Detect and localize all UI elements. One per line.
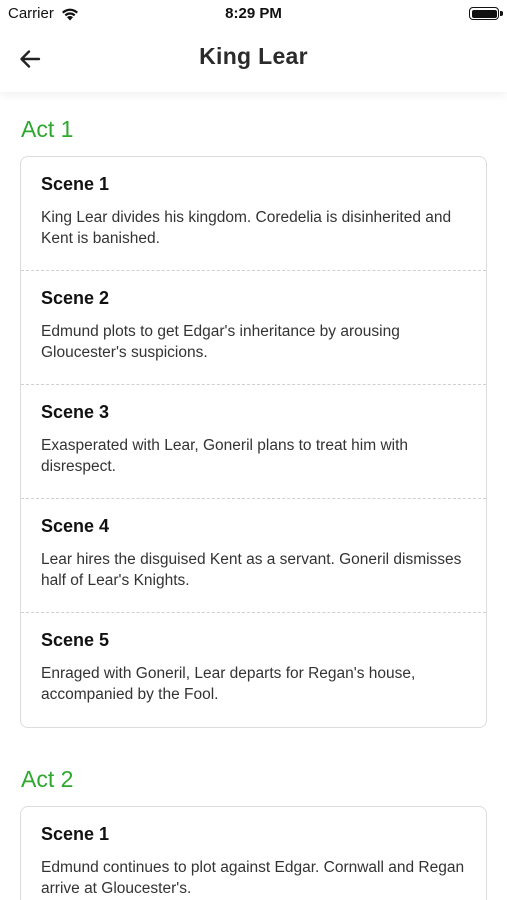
scene-title: Scene 5 [41,630,110,650]
scene-item[interactable]: Scene 2 Edmund plots to get Edgar's inhe… [21,271,486,385]
scene-card: Scene 1 Edmund continues to plot against… [20,806,487,900]
scene-title: Scene 4 [41,516,110,536]
status-bar: Carrier 8:29 PM [0,0,507,28]
scene-description: Edmund continues to plot against Edgar. … [41,859,465,897]
scene-description: King Lear divides his kingdom. Coredelia… [41,209,452,247]
scene-description: Exasperated with Lear, Goneril plans to … [41,437,409,475]
scene-item[interactable]: Scene 1 King Lear divides his kingdom. C… [21,157,486,271]
scene-item[interactable]: Scene 3 Exasperated with Lear, Goneril p… [21,385,486,499]
battery-nub [500,11,503,16]
scene-title: Scene 3 [41,402,110,422]
scene-card: Scene 1 King Lear divides his kingdom. C… [20,156,487,728]
acts-list: Act 1 Scene 1 King Lear divides his king… [0,92,507,900]
nav-bar: King Lear [0,28,507,92]
status-time: 8:29 PM [225,5,282,22]
scene-title: Scene 1 [41,824,110,844]
scene-title: Scene 1 [41,174,110,194]
battery-level [471,9,497,18]
act-section: Act 1 Scene 1 King Lear divides his king… [0,92,507,728]
scene-item[interactable]: Scene 1 Edmund continues to plot against… [21,807,486,900]
screen: Carrier 8:29 PM King Lear Act 1 Scene 1 … [0,0,507,900]
scene-description: Lear hires the disguised Kent as a serva… [41,551,462,589]
scene-description: Enraged with Goneril, Lear departs for R… [41,665,416,703]
scene-description: Edmund plots to get Edgar's inheritance … [41,323,400,361]
act-section: Act 2 Scene 1 Edmund continues to plot a… [0,742,507,900]
page-title: King Lear [199,43,308,69]
scene-title: Scene 2 [41,288,110,308]
scene-item[interactable]: Scene 4 Lear hires the disguised Kent as… [21,499,486,613]
act-title: Act 2 [21,766,74,792]
act-title: Act 1 [21,116,74,142]
battery-icon [469,7,503,20]
act-spacer [0,728,507,742]
scene-item[interactable]: Scene 5 Enraged with Goneril, Lear depar… [21,613,486,727]
